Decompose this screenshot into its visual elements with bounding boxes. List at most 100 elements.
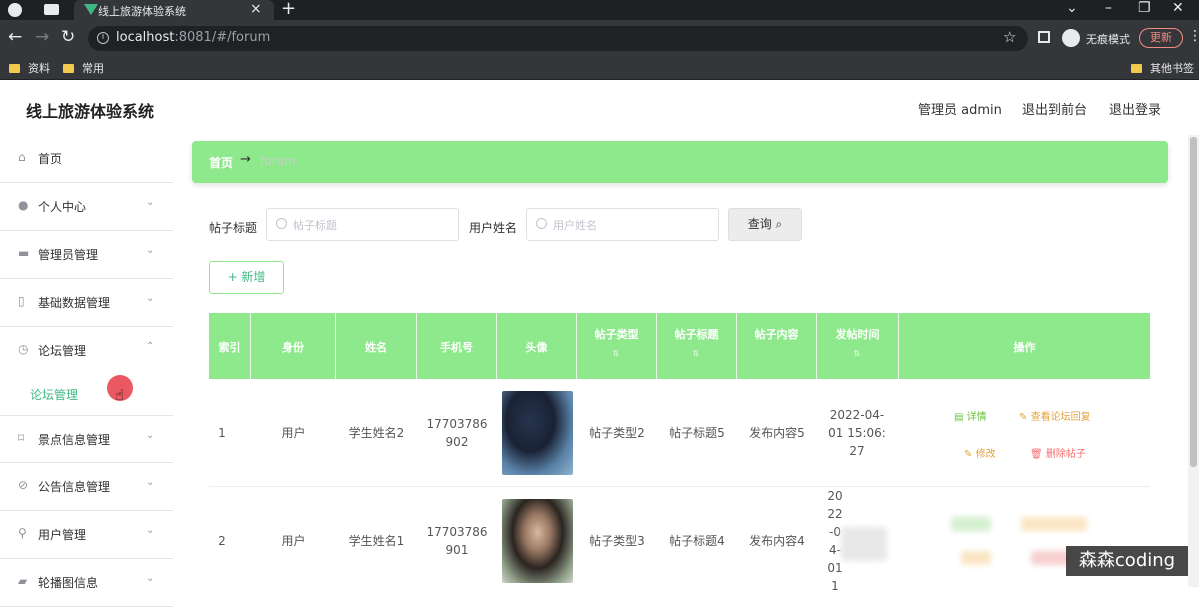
browser-menu-icon[interactable]: ⋮ xyxy=(1188,28,1199,44)
table-row: 1 用户 学生姓名2 17703786902 帖子类型2 帖子标题5 发布内容5… xyxy=(209,379,1150,487)
column-header-actions: 操作 xyxy=(899,313,1150,379)
cell-time: 2022-04-01 1 xyxy=(827,489,843,593)
title-search-field[interactable] xyxy=(266,208,459,241)
sidebar-item-label: 公告信息管理 xyxy=(38,480,111,494)
scrollbar[interactable] xyxy=(1188,135,1199,587)
back-icon[interactable]: ← xyxy=(8,27,22,47)
browser-tab-bar: 线上旅游体验系统 × + ⌄ – ❐ ✕ xyxy=(0,0,1199,20)
browser-icon[interactable] xyxy=(8,3,22,17)
sidebar-item-profile[interactable]: ● 个人中心 ⌄ xyxy=(0,183,173,231)
sort-icon[interactable]: ⇅ xyxy=(854,349,861,358)
new-tab-icon[interactable]: + xyxy=(281,0,296,19)
query-button[interactable]: 查询 ⌕ xyxy=(728,208,802,241)
tab-title: 线上旅游体验系统 xyxy=(98,5,186,18)
sidebar-item-admins[interactable]: ▬ 管理员管理 ⌄ xyxy=(0,231,173,279)
view-replies-button[interactable]: ✎ 查看论坛回复 xyxy=(1019,408,1091,423)
other-bookmarks[interactable]: 其他书签 xyxy=(1131,60,1194,76)
update-button[interactable]: 更新 xyxy=(1139,28,1183,48)
cell-identity: 用户 xyxy=(281,426,306,440)
edit-label: 修改 xyxy=(975,449,996,460)
tab-close-icon[interactable]: × xyxy=(250,1,262,17)
watermark: 森森coding xyxy=(1066,546,1188,576)
url-host: localhost xyxy=(116,30,175,45)
maximize-icon[interactable]: ❐ xyxy=(1138,0,1151,16)
submenu-item-forum[interactable]: 论坛管理 xyxy=(0,376,173,416)
sidebar-item-home[interactable]: ⌂ 首页 xyxy=(0,135,173,183)
query-label: 查询 xyxy=(747,217,772,231)
column-label: 发帖时间 xyxy=(835,328,880,341)
other-bookmarks-label: 其他书签 xyxy=(1150,62,1194,75)
add-button[interactable]: + 新增 xyxy=(209,261,284,294)
sidebar-item-carousel[interactable]: ▰ 轮播图信息 ⌄ xyxy=(0,559,173,607)
detail-label: 详情 xyxy=(966,412,987,423)
bookmark-folder-2[interactable]: 常用 xyxy=(63,60,104,76)
edit-button[interactable]: ✎ 修改 xyxy=(964,445,996,460)
scrollbar-thumb[interactable] xyxy=(1190,137,1197,467)
cell-index: 2 xyxy=(218,534,226,548)
url-path: :8081/#/forum xyxy=(174,30,271,45)
bookmark-star-icon[interactable]: ☆ xyxy=(1003,28,1016,46)
sidebar-item-users[interactable]: ⚲ 用户管理 ⌄ xyxy=(0,511,173,559)
side-panel-icon[interactable] xyxy=(1038,31,1050,43)
url-input[interactable]: i localhost:8081/#/forum ☆ xyxy=(88,26,1028,51)
sort-icon[interactable]: ⇅ xyxy=(613,349,620,358)
sidebar-item-label: 景点信息管理 xyxy=(38,433,111,447)
column-header-title[interactable]: 帖子标题 ⇅ xyxy=(657,313,737,379)
tab-overview-icon[interactable] xyxy=(44,4,59,15)
breadcrumb-home[interactable]: 首页 xyxy=(209,154,233,171)
window-close-icon[interactable]: ✕ xyxy=(1172,0,1184,16)
breadcrumb: 首页 → forum xyxy=(192,141,1168,183)
sidebar-item-label: 首页 xyxy=(38,152,63,166)
title-search-input[interactable] xyxy=(293,215,443,235)
edit-icon: ✎ xyxy=(1019,412,1028,423)
bookmarks-bar: 资料 常用 其他书签 xyxy=(0,56,1199,80)
column-header-phone[interactable]: 手机号 xyxy=(417,313,497,379)
user-search-field[interactable] xyxy=(526,208,719,241)
sort-icon[interactable]: ⇅ xyxy=(693,349,700,358)
column-header-name[interactable]: 姓名 xyxy=(336,313,417,379)
table-row: 2 用户 学生姓名1 17703786901 帖子类型3 帖子标题4 发布内容4… xyxy=(209,487,1150,595)
user-search-input[interactable] xyxy=(553,215,703,235)
cell-index: 1 xyxy=(218,426,226,440)
bookmark-folder-1[interactable]: 资料 xyxy=(9,60,50,76)
column-header-content: 帖子内容 xyxy=(737,313,817,379)
cell-type: 帖子类型3 xyxy=(589,534,645,548)
folder-icon xyxy=(9,64,20,73)
user-filter-label: 用户姓名 xyxy=(469,221,518,235)
sidebar: ⌂ 首页 ● 个人中心 ⌄ ▬ 管理员管理 ⌄ ▯ 基础数据管理 ⌄ ◷ 论坛管… xyxy=(0,135,173,607)
delete-button[interactable]: 🗑 删除帖子 xyxy=(1030,445,1086,460)
detail-button[interactable]: ▤ 详情 xyxy=(954,408,987,423)
cell-phone: 17703786901 xyxy=(426,525,488,557)
reload-icon[interactable]: ↻ xyxy=(61,27,75,47)
forward-icon[interactable]: → xyxy=(35,27,49,47)
app-title: 线上旅游体验系统 xyxy=(26,102,155,121)
column-header-identity[interactable]: 身份 xyxy=(251,313,336,379)
users-icon: ⚲ xyxy=(18,526,27,540)
sidebar-item-forum[interactable]: ◷ 论坛管理 ⌃ xyxy=(0,327,173,375)
sidebar-item-scenic[interactable]: ⌑ 景点信息管理 ⌄ xyxy=(0,415,173,463)
search-icon xyxy=(536,218,547,229)
folder-icon xyxy=(63,64,74,73)
minimize-icon[interactable]: – xyxy=(1105,0,1112,16)
hand-cursor-icon: ☝ xyxy=(115,386,125,404)
column-header-time[interactable]: 发帖时间 ⇅ xyxy=(817,313,899,379)
sidebar-item-label: 基础数据管理 xyxy=(38,296,111,310)
avatar[interactable] xyxy=(501,499,573,583)
front-link[interactable]: 退出到前台 xyxy=(1022,99,1087,118)
user-icon: ● xyxy=(18,198,29,212)
column-header-type[interactable]: 帖子类型 ⇅ xyxy=(577,313,657,379)
notice-icon: ⊘ xyxy=(18,478,29,492)
sidebar-item-basic-data[interactable]: ▯ 基础数据管理 ⌄ xyxy=(0,279,173,327)
avatar[interactable] xyxy=(501,391,573,475)
logout-link[interactable]: 退出登录 xyxy=(1109,99,1161,118)
blurred-region xyxy=(841,527,887,561)
chevron-down-icon: ⌄ xyxy=(146,525,155,536)
tab-list-icon[interactable]: ⌄ xyxy=(1066,0,1078,16)
column-header-avatar[interactable]: 头像 xyxy=(497,313,577,379)
sidebar-item-label: 轮播图信息 xyxy=(38,576,99,590)
site-info-icon[interactable]: i xyxy=(97,32,109,44)
sidebar-item-label: 用户管理 xyxy=(38,528,87,542)
sidebar-item-notice[interactable]: ⊘ 公告信息管理 ⌄ xyxy=(0,463,173,511)
incognito-icon[interactable] xyxy=(1062,29,1080,47)
breadcrumb-arrow: → xyxy=(240,152,251,167)
